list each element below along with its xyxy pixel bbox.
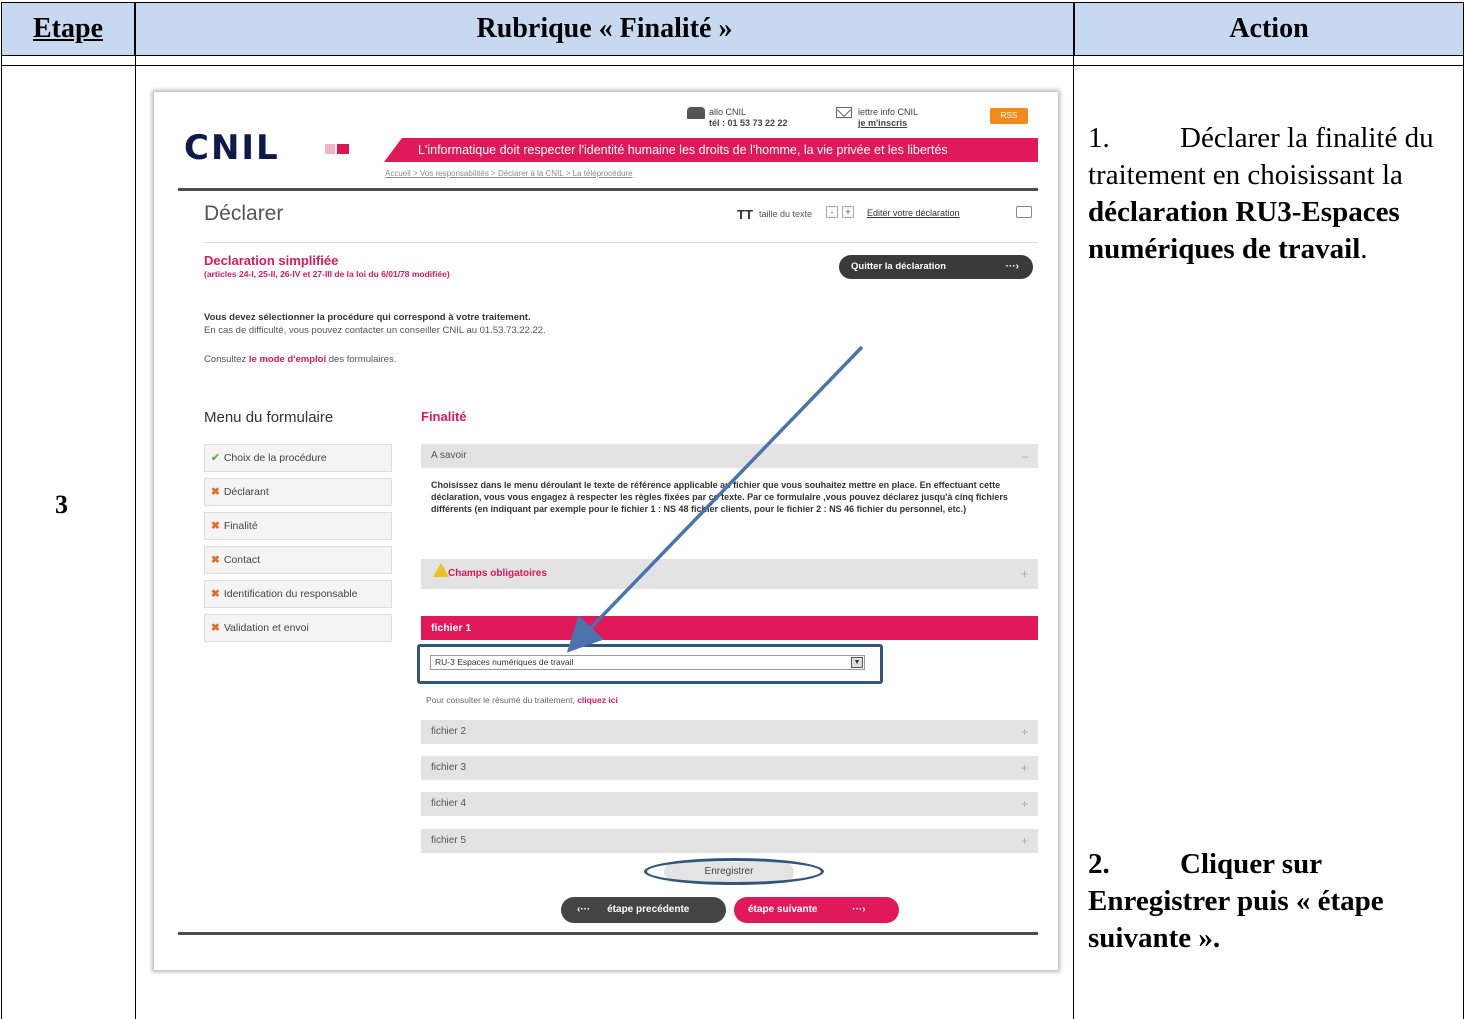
action-number: 1. — [1088, 122, 1110, 154]
step-number: 3 — [55, 490, 68, 519]
action-emphasis: déclaration RU3-Espaces numériques de tr… — [1088, 196, 1400, 265]
table-border — [1463, 56, 1464, 1019]
table-border — [1073, 56, 1074, 1019]
action-step-1: 1. Déclarer la finalité du traitement en … — [1088, 120, 1458, 268]
header-rubrique: Rubrique « Finalité » — [135, 2, 1074, 56]
cnil-screenshot: CNIL allo CNIL tél : 01 53 73 22 22 lett… — [154, 92, 1058, 970]
action-period: . — [1360, 233, 1368, 265]
annotation-arrow — [566, 345, 864, 653]
table-row-divider — [1, 65, 1464, 66]
header-etape: Etape — [1, 2, 135, 56]
table-border — [135, 56, 136, 1019]
header-action: Action — [1074, 2, 1464, 56]
table-border — [1, 56, 2, 1019]
action-number: 2. — [1088, 848, 1110, 880]
action-step-2: 2. Cliquer sur Enregistrer puis « étape s… — [1088, 846, 1458, 957]
